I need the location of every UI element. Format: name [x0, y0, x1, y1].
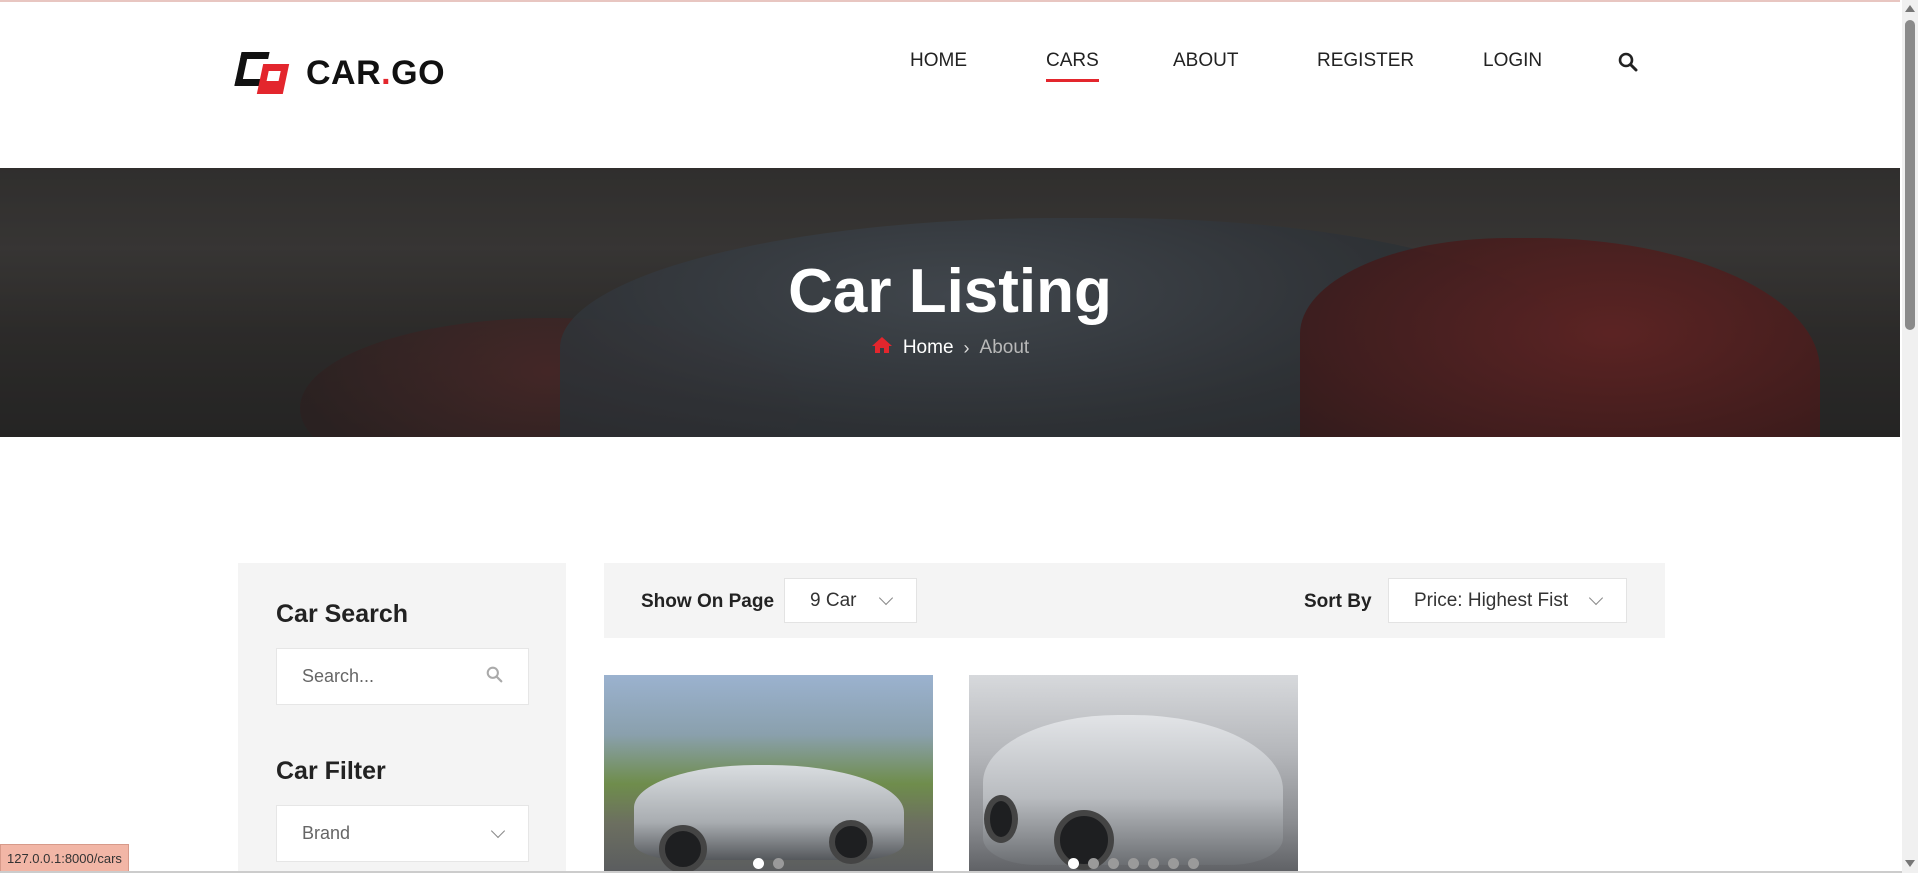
chevron-down-icon	[490, 823, 506, 839]
show-on-page-label: Show On Page	[641, 591, 775, 612]
search-icon[interactable]	[486, 666, 503, 688]
search-icon[interactable]	[1618, 52, 1640, 74]
carousel-dot[interactable]	[1188, 858, 1199, 869]
breadcrumb-home[interactable]: Home	[903, 337, 954, 359]
carousel-dots	[604, 858, 933, 869]
carousel-dot[interactable]	[1148, 858, 1159, 869]
nav-register[interactable]: REGISTER	[1317, 50, 1414, 72]
listing-toolbar: Show On Page 9 Car Sort By Price: Highes…	[604, 563, 1665, 638]
brand-select-value: Brand	[302, 823, 351, 843]
carousel-dot[interactable]	[1128, 858, 1139, 869]
scroll-up-icon[interactable]	[1905, 5, 1915, 12]
scroll-down-icon[interactable]	[1905, 860, 1915, 867]
brand-select[interactable]: Brand	[276, 805, 529, 862]
show-on-page-value: 9 Car	[810, 589, 857, 611]
status-bar-url: 127.0.0.1:8000/cars	[0, 844, 129, 873]
show-on-page-select[interactable]: 9 Car	[784, 578, 917, 623]
logo-text-part1: CAR	[306, 53, 382, 92]
page-scrollbar[interactable]	[1902, 0, 1918, 873]
nav-cars[interactable]: CARS	[1046, 50, 1099, 82]
search-placeholder: Search...	[302, 666, 375, 686]
logo-text: CAR. GO	[306, 54, 445, 93]
car-filter-title: Car Filter	[276, 757, 386, 785]
site-logo[interactable]: CAR. GO	[234, 50, 445, 96]
search-input[interactable]: Search...	[276, 648, 529, 705]
chevron-down-icon	[1588, 590, 1604, 606]
page-title: Car Listing	[788, 257, 1112, 326]
logo-text-part2: GO	[391, 53, 446, 92]
site-header: CAR. GO HOME CARS ABOUT REGISTER LOGIN	[0, 2, 1900, 168]
car-card[interactable]	[969, 675, 1298, 873]
logo-text-dot: .	[381, 53, 392, 92]
chevron-down-icon	[878, 590, 894, 606]
car-search-title: Car Search	[276, 600, 409, 628]
scroll-thumb[interactable]	[1905, 20, 1915, 330]
carousel-dots	[969, 858, 1298, 869]
carousel-dot[interactable]	[1168, 858, 1179, 869]
carousel-dot[interactable]	[753, 858, 764, 869]
car-image[interactable]	[969, 675, 1298, 873]
logo-mark-icon	[234, 50, 290, 96]
carousel-dot[interactable]	[1088, 858, 1099, 869]
sort-by-label: Sort By	[1304, 591, 1372, 612]
carousel-dot[interactable]	[773, 858, 784, 869]
nav-login[interactable]: LOGIN	[1483, 50, 1542, 72]
sidebar: Car Search Search... Car Filter Brand	[238, 563, 566, 873]
car-image[interactable]	[604, 675, 933, 873]
chevron-right-icon: ›	[963, 337, 970, 358]
breadcrumb: Home › About	[0, 336, 1900, 360]
nav-home[interactable]: HOME	[910, 50, 967, 72]
home-icon	[871, 336, 893, 360]
breadcrumb-current: About	[979, 337, 1030, 358]
carousel-dot[interactable]	[1068, 858, 1079, 869]
sort-by-value: Price: Highest Fist	[1414, 589, 1569, 611]
sort-by-select[interactable]: Price: Highest Fist	[1388, 578, 1627, 623]
nav-about[interactable]: ABOUT	[1173, 50, 1238, 72]
carousel-dot[interactable]	[1108, 858, 1119, 869]
page-hero: Car Listing Home › About	[0, 168, 1900, 437]
car-card[interactable]	[604, 675, 933, 873]
